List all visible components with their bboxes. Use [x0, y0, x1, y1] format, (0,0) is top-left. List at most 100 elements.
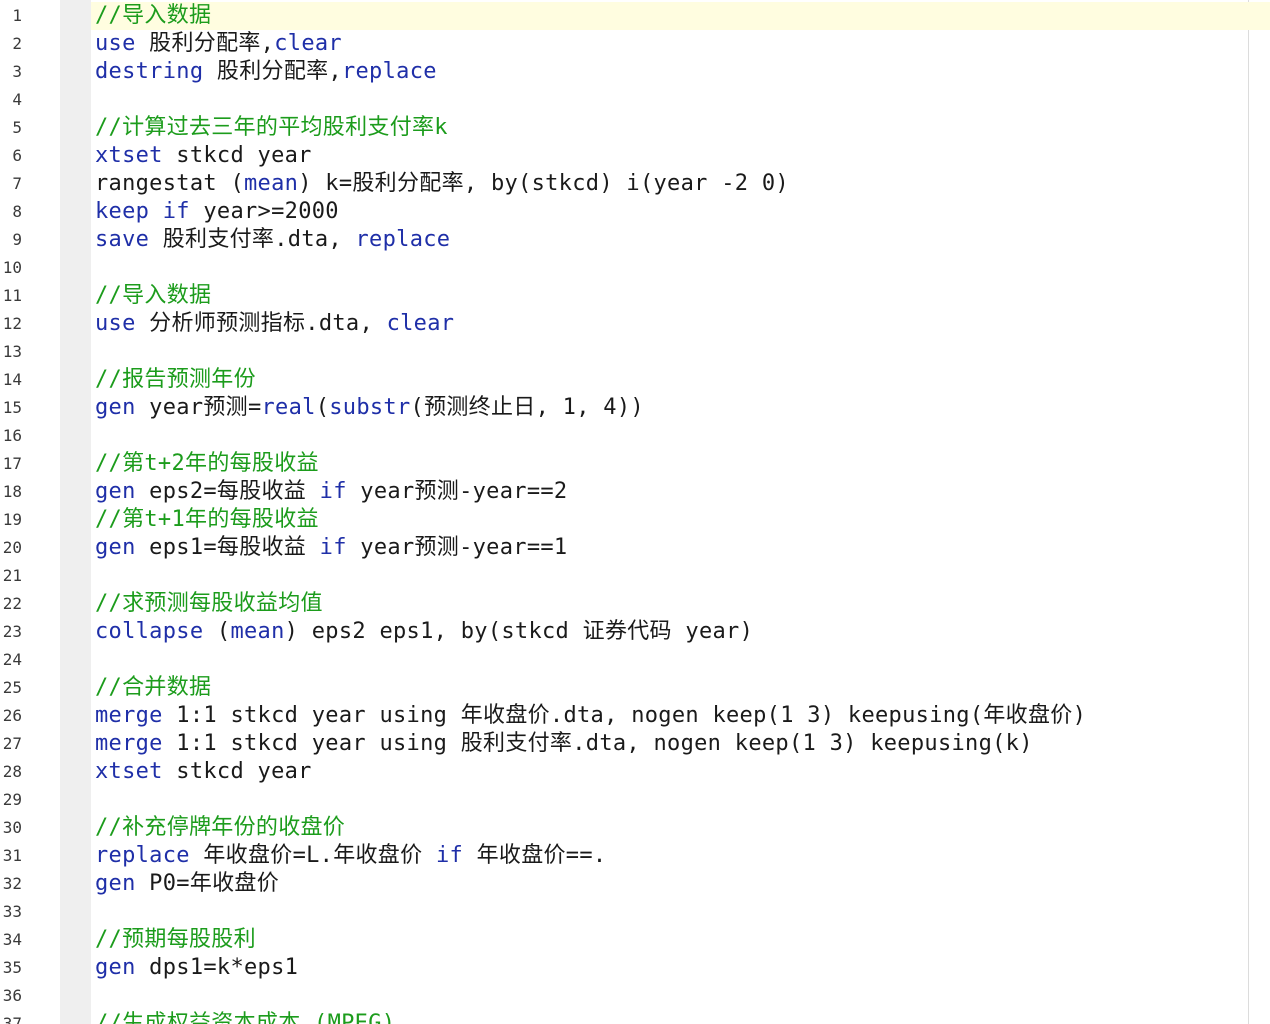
- code-line[interactable]: 11 //导入数据: [0, 282, 1270, 310]
- line-number: 21: [2, 566, 22, 585]
- line-number: 14: [2, 370, 22, 389]
- line-code[interactable]: //导入数据: [95, 2, 212, 30]
- comment-token: //生成权益资本成本 (MPEG): [95, 1011, 396, 1024]
- line-code[interactable]: replace 年收盘价=L.年收盘价 if 年收盘价==.: [95, 842, 606, 870]
- line-code[interactable]: //求预测每股收益均值: [95, 590, 323, 618]
- code-line[interactable]: 23 collapse (mean) eps2 eps1, by(stkcd 证券…: [0, 618, 1270, 646]
- line-number: 10: [2, 258, 22, 277]
- line-code[interactable]: use 股利分配率,clear: [95, 30, 342, 58]
- code-line[interactable]: 7 rangestat (mean) k=股利分配率, by(stkcd) i(y…: [0, 170, 1270, 198]
- keyword-token: substr: [329, 395, 411, 420]
- line-number: 1: [12, 6, 22, 25]
- code-line[interactable]: 25 //合并数据: [0, 674, 1270, 702]
- line-number: 32: [2, 874, 22, 893]
- code-line[interactable]: 6 xtset stkcd year: [0, 142, 1270, 170]
- code-line[interactable]: 1 //导入数据: [0, 2, 1270, 30]
- text-token: eps1=每股收益: [135, 535, 320, 560]
- line-code[interactable]: keep if year>=2000: [95, 198, 339, 226]
- line-code[interactable]: merge 1:1 stkcd year using 年收盘价.dta, nog…: [95, 702, 1086, 730]
- text-token: year预测-year==1: [346, 535, 568, 560]
- line-code[interactable]: gen year预测=real(substr(预测终止日, 1, 4)): [95, 394, 644, 422]
- line-code[interactable]: gen dps1=k*eps1: [95, 954, 298, 982]
- line-code[interactable]: xtset stkcd year: [95, 758, 312, 786]
- code-line[interactable]: 35 gen dps1=k*eps1: [0, 954, 1270, 982]
- code-line[interactable]: 28 xtset stkcd year: [0, 758, 1270, 786]
- line-code[interactable]: //生成权益资本成本 (MPEG): [95, 1010, 395, 1024]
- keyword-token: gen: [95, 955, 136, 980]
- line-code[interactable]: use 分析师预测指标.dta, clear: [95, 310, 454, 338]
- line-code[interactable]: merge 1:1 stkcd year using 股利支付率.dta, no…: [95, 730, 1033, 758]
- line-code[interactable]: //第t+1年的每股收益: [95, 506, 319, 534]
- code-line[interactable]: 15 gen year预测=real(substr(预测终止日, 1, 4)): [0, 394, 1270, 422]
- line-code[interactable]: save 股利支付率.dta, replace: [95, 226, 450, 254]
- keyword-token: mean: [244, 171, 299, 196]
- line-code[interactable]: //合并数据: [95, 674, 211, 702]
- line-number: 24: [2, 650, 22, 669]
- line-number: 19: [2, 510, 22, 529]
- code-line[interactable]: 20 gen eps1=每股收益 if year预测-year==1: [0, 534, 1270, 562]
- line-code[interactable]: //第t+2年的每股收益: [95, 450, 319, 478]
- code-line[interactable]: 32 gen P0=年收盘价: [0, 870, 1270, 898]
- keyword-token: if: [162, 199, 190, 224]
- code-line[interactable]: 13: [0, 338, 1270, 366]
- comment-token: //求预测每股收益均值: [95, 591, 323, 616]
- line-code[interactable]: xtset stkcd year: [95, 142, 312, 170]
- line-code[interactable]: gen eps2=每股收益 if year预测-year==2: [95, 478, 567, 506]
- code-line[interactable]: 29: [0, 786, 1270, 814]
- code-line[interactable]: 3 destring 股利分配率,replace: [0, 58, 1270, 86]
- code-editor[interactable]: 1//导入数据 2 use 股利分配率,clear 3 destring 股利分配率,r…: [0, 0, 1270, 1024]
- line-code[interactable]: destring 股利分配率,replace: [95, 58, 437, 86]
- keyword-token: clear: [274, 31, 342, 56]
- code-line[interactable]: 21: [0, 562, 1270, 590]
- code-line[interactable]: 8 keep if year>=2000: [0, 198, 1270, 226]
- line-number: 18: [2, 482, 22, 501]
- comment-token: //导入数据: [95, 283, 212, 308]
- code-line[interactable]: 31 replace 年收盘价=L.年收盘价 if 年收盘价==.: [0, 842, 1270, 870]
- code-line[interactable]: 26 merge 1:1 stkcd year using 年收盘价.dta, n…: [0, 702, 1270, 730]
- text-token: 年收盘价=L.年收盘价: [189, 843, 436, 868]
- keyword-token: collapse: [95, 619, 204, 644]
- line-code[interactable]: collapse (mean) eps2 eps1, by(stkcd 证券代码…: [95, 618, 753, 646]
- line-code[interactable]: //报告预测年份: [95, 366, 256, 394]
- code-line[interactable]: 37 //生成权益资本成本 (MPEG): [0, 1010, 1270, 1024]
- text-token: (: [315, 395, 330, 420]
- code-line[interactable]: 10: [0, 254, 1270, 282]
- line-number: 20: [2, 538, 22, 557]
- code-line[interactable]: 24: [0, 646, 1270, 674]
- line-number: 6: [12, 146, 22, 165]
- keyword-token: merge: [95, 731, 163, 756]
- code-line[interactable]: 33: [0, 898, 1270, 926]
- line-code[interactable]: //导入数据: [95, 282, 211, 310]
- line-code[interactable]: //计算过去三年的平均股利支付率k: [95, 114, 448, 142]
- line-code[interactable]: gen P0=年收盘价: [95, 870, 279, 898]
- code-line[interactable]: 30 //补充停牌年份的收盘价: [0, 814, 1270, 842]
- code-line[interactable]: 22 //求预测每股收益均值: [0, 590, 1270, 618]
- line-code[interactable]: //预期每股股利: [95, 926, 256, 954]
- line-number: 30: [2, 818, 22, 837]
- text-token: rangestat (: [95, 171, 244, 196]
- line-number: 25: [2, 678, 22, 697]
- code-line[interactable]: 5 //计算过去三年的平均股利支付率k: [0, 114, 1270, 142]
- code-line[interactable]: 2 use 股利分配率,clear: [0, 30, 1270, 58]
- code-line[interactable]: 9 save 股利支付率.dta, replace: [0, 226, 1270, 254]
- code-line[interactable]: 14 //报告预测年份: [0, 366, 1270, 394]
- code-line[interactable]: 18 gen eps2=每股收益 if year预测-year==2: [0, 478, 1270, 506]
- keyword-token: destring: [95, 59, 204, 84]
- keyword-token: clear: [386, 311, 455, 336]
- code-line[interactable]: 16: [0, 422, 1270, 450]
- code-line[interactable]: 12 use 分析师预测指标.dta, clear: [0, 310, 1270, 338]
- line-code[interactable]: gen eps1=每股收益 if year预测-year==1: [95, 534, 567, 562]
- line-number: 28: [2, 762, 22, 781]
- line-code[interactable]: rangestat (mean) k=股利分配率, by(stkcd) i(ye…: [95, 170, 789, 198]
- keyword-token: mean: [230, 619, 285, 644]
- code-lines[interactable]: 1//导入数据 2 use 股利分配率,clear 3 destring 股利分配率,r…: [0, 2, 1270, 1024]
- keyword-token: gen: [95, 535, 136, 560]
- code-line[interactable]: 27 merge 1:1 stkcd year using 股利支付率.dta, …: [0, 730, 1270, 758]
- line-code[interactable]: //补充停牌年份的收盘价: [95, 814, 345, 842]
- code-line[interactable]: 19 //第t+1年的每股收益: [0, 506, 1270, 534]
- code-line[interactable]: 36: [0, 982, 1270, 1010]
- code-line[interactable]: 34 //预期每股股利: [0, 926, 1270, 954]
- code-line[interactable]: 4: [0, 86, 1270, 114]
- code-line[interactable]: 17 //第t+2年的每股收益: [0, 450, 1270, 478]
